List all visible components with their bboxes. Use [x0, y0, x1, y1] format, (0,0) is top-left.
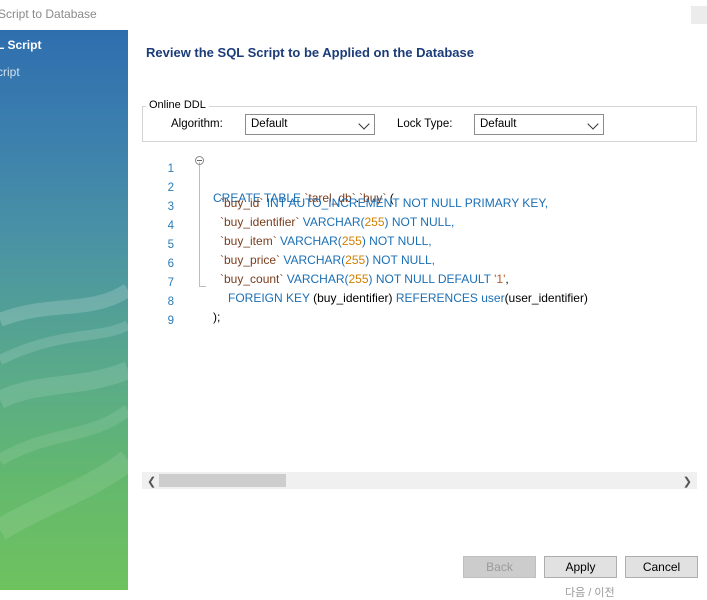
code-line: 3 `buy_identifier` VARCHAR(255) NOT NULL…	[142, 187, 697, 229]
code-line: 8 );	[142, 282, 697, 324]
chevron-down-icon	[587, 118, 599, 130]
page-title: Review the SQL Script to be Applied on t…	[146, 45, 474, 60]
wizard-step-review-sql-script: L Script	[0, 38, 42, 52]
back-button[interactable]: Back	[463, 556, 536, 578]
chevron-down-icon	[358, 118, 370, 130]
line-number: 9	[167, 315, 174, 327]
code-line: 5 `buy_price` VARCHAR(255) NOT NULL,	[142, 225, 697, 267]
lock-type-select-value: Default	[480, 118, 517, 130]
sidebar-decoration	[0, 283, 128, 540]
apply-button[interactable]: Apply	[544, 556, 617, 578]
online-ddl-legend: Online DDL	[146, 99, 209, 111]
footer-fragment: 다음 / 이전	[565, 587, 615, 599]
scroll-left-icon[interactable]: ❮	[147, 475, 156, 488]
code-line: 6 `buy_count` VARCHAR(255) NOT NULL DEFA…	[142, 244, 697, 286]
scrollbar-thumb[interactable]	[159, 474, 286, 487]
algorithm-select[interactable]: Default	[245, 114, 375, 135]
close-icon[interactable]	[691, 6, 707, 24]
code-line: 7 FOREIGN KEY (buy_identifier) REFERENCE…	[142, 263, 697, 305]
fold-collapse-icon[interactable]	[195, 156, 204, 165]
algorithm-label: Algorithm:	[171, 118, 223, 130]
window-title: Script to Database	[0, 7, 97, 21]
code-line: 4 `buy_item` VARCHAR(255) NOT NULL,	[142, 206, 697, 248]
algorithm-select-value: Default	[251, 118, 288, 130]
code-line: 9	[142, 301, 697, 327]
code-line: 2 `buy_id` INT AUTO_INCREMENT NOT NULL P…	[142, 168, 697, 210]
wizard-sidebar: L Script cript	[0, 30, 128, 590]
lock-type-label: Lock Type:	[397, 118, 453, 130]
sql-editor[interactable]: 1 CREATE TABLE `tarel_db`.`buy` ( 2 `buy…	[142, 145, 697, 472]
cancel-button[interactable]: Cancel	[625, 556, 698, 578]
horizontal-scrollbar[interactable]: ❮ ❯	[142, 472, 697, 489]
scroll-right-icon[interactable]: ❯	[683, 475, 692, 488]
lock-type-select[interactable]: Default	[474, 114, 604, 135]
title-bar: Script to Database	[0, 0, 707, 30]
code-line: 1 CREATE TABLE `tarel_db`.`buy` (	[142, 149, 697, 205]
wizard-step-apply-script: cript	[0, 65, 20, 79]
